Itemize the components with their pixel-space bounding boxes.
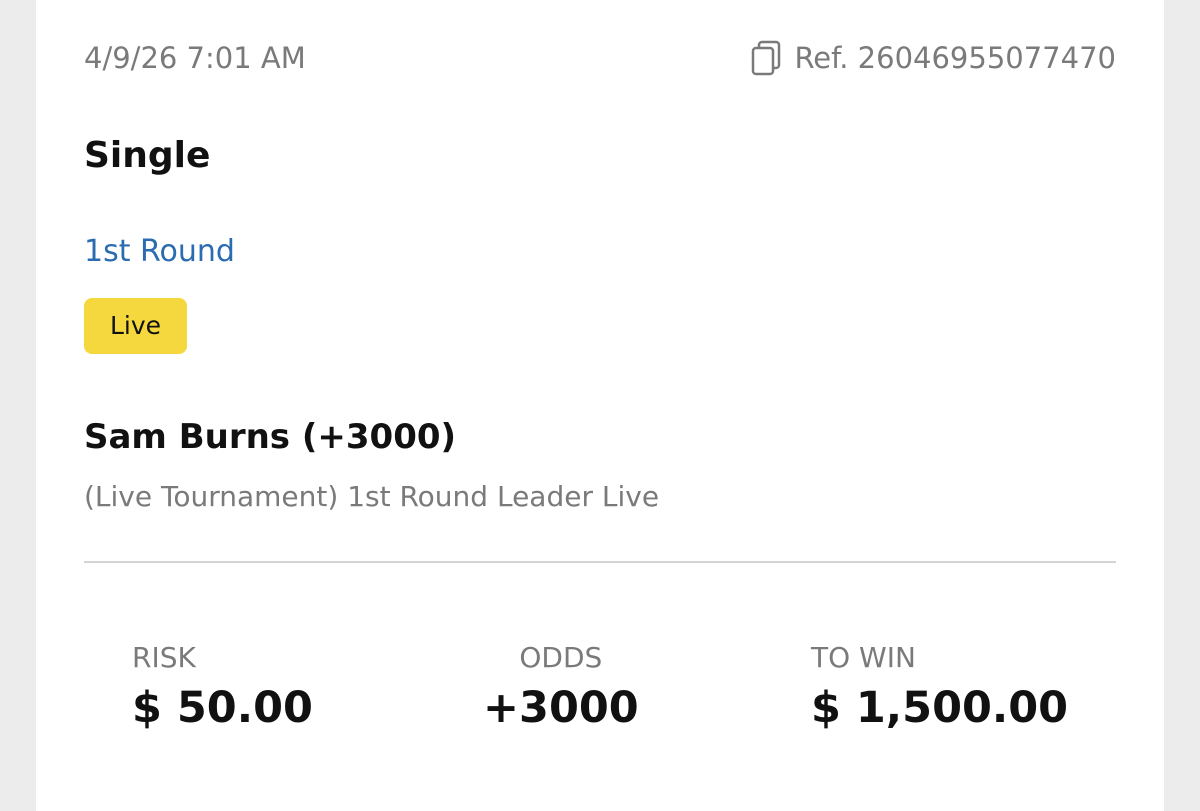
odds-value: +3000 [483, 683, 639, 733]
odds-label: ODDS [519, 641, 603, 674]
risk-stat: RISK $ 50.00 [132, 640, 313, 734]
event-link[interactable]: 1st Round [84, 233, 235, 271]
risk-value: $ 50.00 [132, 683, 313, 733]
risk-label: RISK [132, 641, 196, 674]
divider [84, 561, 1116, 563]
bet-datetime: 4/9/26 7:01 AM [84, 41, 306, 75]
bet-market-description: (Live Tournament) 1st Round Leader Live [84, 480, 660, 513]
live-status-badge: Live [84, 298, 188, 354]
to-win-label: TO WIN [811, 641, 916, 674]
bet-slip-card: 4/9/26 7:01 AM Ref. 26046955077470 Singl… [36, 0, 1164, 811]
odds-stat: ODDS +3000 [483, 640, 639, 734]
copy-icon[interactable] [750, 40, 784, 76]
reference-label: Ref. 26046955077470 [794, 41, 1116, 75]
to-win-value: $ 1,500.00 [811, 683, 1069, 733]
reference-number[interactable]: Ref. 26046955077470 [750, 40, 1116, 76]
to-win-stat: TO WIN $ 1,500.00 [811, 640, 1068, 734]
bet-type-title: Single [84, 135, 211, 176]
bet-selection: Sam Burns (+3000) [84, 417, 457, 457]
